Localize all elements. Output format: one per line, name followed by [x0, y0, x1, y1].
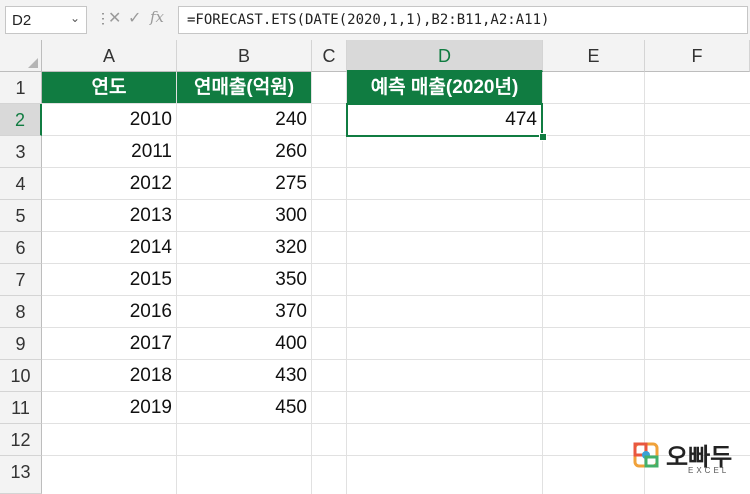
column-header-e[interactable]: E [543, 40, 645, 72]
cell-d1-header-forecast[interactable]: 예측 매출(2020년) [347, 72, 542, 103]
row-header-9[interactable]: 9 [0, 328, 42, 360]
cell-b6[interactable]: 320 [177, 232, 311, 264]
cell-b1-header-sales[interactable]: 연매출(억원) [177, 72, 311, 103]
cell-b11[interactable]: 450 [177, 392, 311, 424]
chevron-down-icon[interactable]: ⌄ [70, 11, 80, 25]
row-header-2[interactable]: 2 [0, 104, 42, 136]
cancel-icon[interactable]: ✕ [108, 8, 121, 28]
cell-b4[interactable]: 275 [177, 168, 311, 200]
formula-input[interactable]: =FORECAST.ETS(DATE(2020,1,1),B2:B11,A2:A… [178, 6, 748, 34]
row-header-13[interactable]: 13 [0, 456, 42, 494]
confirm-icon[interactable]: ✓ [128, 8, 141, 28]
insert-function-icon[interactable]: fx [150, 8, 164, 26]
row-header-3[interactable]: 3 [0, 136, 42, 168]
select-all-icon [28, 58, 38, 68]
column-header-d[interactable]: D [347, 40, 543, 72]
cell-b3[interactable]: 260 [177, 136, 311, 168]
cell-a7[interactable]: 2015 [42, 264, 176, 296]
cell-a4[interactable]: 2012 [42, 168, 176, 200]
brand-logo: 오빠두 EXCEL [630, 437, 742, 477]
cell-a10[interactable]: 2018 [42, 360, 176, 392]
cell-b9[interactable]: 400 [177, 328, 311, 360]
cell-b8[interactable]: 370 [177, 296, 311, 328]
cell-a9[interactable]: 2017 [42, 328, 176, 360]
formula-bar-area: D2 ⌄ ⋮ ✕ ✓ fx =FORECAST.ETS(DATE(2020,1,… [0, 0, 750, 40]
cell-b2[interactable]: 240 [177, 104, 311, 136]
cell-a8[interactable]: 2016 [42, 296, 176, 328]
name-box-value: D2 [12, 12, 32, 29]
cell-a1-header-year[interactable]: 연도 [42, 72, 176, 103]
row-header-10[interactable]: 10 [0, 360, 42, 392]
cell-b10[interactable]: 430 [177, 360, 311, 392]
row-header-12[interactable]: 12 [0, 424, 42, 456]
cell-a5[interactable]: 2013 [42, 200, 176, 232]
row-header-5[interactable]: 5 [0, 200, 42, 232]
row-header-11[interactable]: 11 [0, 392, 42, 424]
formula-text: =FORECAST.ETS(DATE(2020,1,1),B2:B11,A2:A… [187, 12, 550, 28]
cell-a11[interactable]: 2019 [42, 392, 176, 424]
row-header-6[interactable]: 6 [0, 232, 42, 264]
select-all-corner[interactable] [0, 40, 42, 72]
column-header-b[interactable]: B [177, 40, 312, 72]
logo-sub-text: EXCEL [688, 466, 730, 475]
row-header-7[interactable]: 7 [0, 264, 42, 296]
row-header-1[interactable]: 1 [0, 72, 42, 104]
fill-handle[interactable] [539, 133, 547, 141]
column-header-c[interactable]: C [312, 40, 347, 72]
column-header-a[interactable]: A [42, 40, 177, 72]
cell-b5[interactable]: 300 [177, 200, 311, 232]
cell-a6[interactable]: 2014 [42, 232, 176, 264]
cell-a2[interactable]: 2010 [42, 104, 176, 136]
row-header-8[interactable]: 8 [0, 296, 42, 328]
cell-a3[interactable]: 2011 [42, 136, 176, 168]
cell-d2-forecast-value[interactable]: 474 [346, 103, 543, 137]
cell-b7[interactable]: 350 [177, 264, 311, 296]
row-header-4[interactable]: 4 [0, 168, 42, 200]
column-header-f[interactable]: F [645, 40, 750, 72]
name-box[interactable]: D2 ⌄ [5, 6, 87, 34]
logo-icon [633, 442, 659, 468]
